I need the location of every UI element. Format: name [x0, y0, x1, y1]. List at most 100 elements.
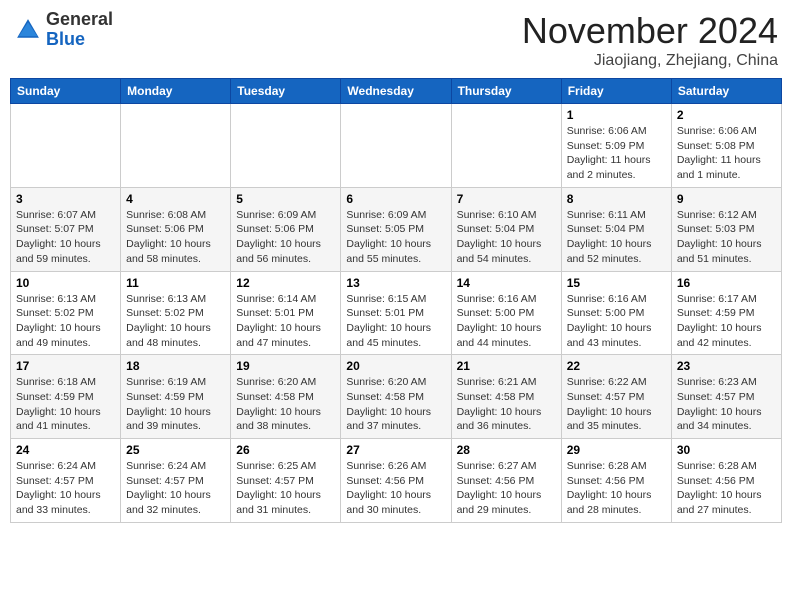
day-info: Sunrise: 6:06 AM Sunset: 5:08 PM Dayligh… [677, 124, 776, 183]
day-info: Sunrise: 6:13 AM Sunset: 5:02 PM Dayligh… [16, 292, 115, 351]
day-info: Sunrise: 6:22 AM Sunset: 4:57 PM Dayligh… [567, 375, 666, 434]
day-number: 13 [346, 276, 445, 290]
calendar-day-cell: 24 Sunrise: 6:24 AM Sunset: 4:57 PM Dayli… [11, 439, 121, 523]
day-info: Sunrise: 6:12 AM Sunset: 5:03 PM Dayligh… [677, 208, 776, 267]
calendar-day-cell [451, 104, 561, 188]
calendar-week-row: 10 Sunrise: 6:13 AM Sunset: 5:02 PM Dayli… [11, 271, 782, 355]
day-number: 22 [567, 359, 666, 373]
page-header: General Blue November 2024 Jiaojiang, Zh… [10, 10, 782, 70]
day-info: Sunrise: 6:24 AM Sunset: 4:57 PM Dayligh… [16, 459, 115, 518]
day-info: Sunrise: 6:27 AM Sunset: 4:56 PM Dayligh… [457, 459, 556, 518]
day-number: 26 [236, 443, 335, 457]
day-number: 15 [567, 276, 666, 290]
day-info: Sunrise: 6:11 AM Sunset: 5:04 PM Dayligh… [567, 208, 666, 267]
calendar-day-cell [231, 104, 341, 188]
day-number: 9 [677, 192, 776, 206]
month-year: November 2024 [522, 10, 778, 52]
calendar-day-cell: 5Sunrise: 6:09 AM Sunset: 5:06 PM Daylig… [231, 187, 341, 271]
location: Jiaojiang, Zhejiang, China [522, 52, 778, 70]
calendar-day-cell: 1Sunrise: 6:06 AM Sunset: 5:09 PM Daylig… [561, 104, 671, 188]
calendar-day-cell: 23 Sunrise: 6:23 AM Sunset: 4:57 PM Dayli… [671, 355, 781, 439]
calendar-day-cell: 27 Sunrise: 6:26 AM Sunset: 4:56 PM Dayli… [341, 439, 451, 523]
day-info: Sunrise: 6:15 AM Sunset: 5:01 PM Dayligh… [346, 292, 445, 351]
day-number: 29 [567, 443, 666, 457]
day-number: 20 [346, 359, 445, 373]
day-number: 11 [126, 276, 225, 290]
day-info: Sunrise: 6:16 AM Sunset: 5:00 PM Dayligh… [457, 292, 556, 351]
calendar-day-cell: 14 Sunrise: 6:16 AM Sunset: 5:00 PM Dayli… [451, 271, 561, 355]
day-number: 21 [457, 359, 556, 373]
day-number: 30 [677, 443, 776, 457]
day-number: 4 [126, 192, 225, 206]
day-number: 7 [457, 192, 556, 206]
day-number: 6 [346, 192, 445, 206]
day-number: 27 [346, 443, 445, 457]
day-number: 1 [567, 108, 666, 122]
day-info: Sunrise: 6:18 AM Sunset: 4:59 PM Dayligh… [16, 375, 115, 434]
logo-blue: Blue [46, 30, 113, 50]
calendar-day-cell: 11 Sunrise: 6:13 AM Sunset: 5:02 PM Dayli… [121, 271, 231, 355]
weekday-header-cell: Saturday [671, 79, 781, 104]
calendar-day-cell: 25 Sunrise: 6:24 AM Sunset: 4:57 PM Dayli… [121, 439, 231, 523]
weekday-header-cell: Tuesday [231, 79, 341, 104]
calendar-body: 1Sunrise: 6:06 AM Sunset: 5:09 PM Daylig… [11, 104, 782, 523]
calendar-day-cell: 20 Sunrise: 6:20 AM Sunset: 4:58 PM Dayli… [341, 355, 451, 439]
day-number: 5 [236, 192, 335, 206]
calendar-day-cell: 13 Sunrise: 6:15 AM Sunset: 5:01 PM Dayli… [341, 271, 451, 355]
day-info: Sunrise: 6:16 AM Sunset: 5:00 PM Dayligh… [567, 292, 666, 351]
day-info: Sunrise: 6:07 AM Sunset: 5:07 PM Dayligh… [16, 208, 115, 267]
day-info: Sunrise: 6:10 AM Sunset: 5:04 PM Dayligh… [457, 208, 556, 267]
day-number: 8 [567, 192, 666, 206]
calendar-day-cell: 17 Sunrise: 6:18 AM Sunset: 4:59 PM Dayli… [11, 355, 121, 439]
calendar-day-cell: 19 Sunrise: 6:20 AM Sunset: 4:58 PM Dayli… [231, 355, 341, 439]
calendar-day-cell [121, 104, 231, 188]
day-number: 24 [16, 443, 115, 457]
logo-text: General Blue [46, 10, 113, 50]
day-info: Sunrise: 6:20 AM Sunset: 4:58 PM Dayligh… [236, 375, 335, 434]
weekday-header-cell: Thursday [451, 79, 561, 104]
calendar-day-cell: 30 Sunrise: 6:28 AM Sunset: 4:56 PM Dayli… [671, 439, 781, 523]
calendar-day-cell: 10 Sunrise: 6:13 AM Sunset: 5:02 PM Dayli… [11, 271, 121, 355]
weekday-header-cell: Friday [561, 79, 671, 104]
calendar-day-cell: 8 Sunrise: 6:11 AM Sunset: 5:04 PM Daylig… [561, 187, 671, 271]
day-number: 2 [677, 108, 776, 122]
calendar-week-row: 17 Sunrise: 6:18 AM Sunset: 4:59 PM Dayli… [11, 355, 782, 439]
day-info: Sunrise: 6:14 AM Sunset: 5:01 PM Dayligh… [236, 292, 335, 351]
calendar-day-cell: 26 Sunrise: 6:25 AM Sunset: 4:57 PM Dayli… [231, 439, 341, 523]
calendar-day-cell: 18Sunrise: 6:19 AM Sunset: 4:59 PM Dayli… [121, 355, 231, 439]
calendar-day-cell: 15 Sunrise: 6:16 AM Sunset: 5:00 PM Dayli… [561, 271, 671, 355]
day-number: 25 [126, 443, 225, 457]
day-info: Sunrise: 6:19 AM Sunset: 4:59 PM Dayligh… [126, 375, 225, 434]
day-number: 10 [16, 276, 115, 290]
day-info: Sunrise: 6:25 AM Sunset: 4:57 PM Dayligh… [236, 459, 335, 518]
logo: General Blue [14, 10, 113, 50]
calendar-day-cell: 29 Sunrise: 6:28 AM Sunset: 4:56 PM Dayli… [561, 439, 671, 523]
weekday-header-row: SundayMondayTuesdayWednesdayThursdayFrid… [11, 79, 782, 104]
calendar-day-cell: 22 Sunrise: 6:22 AM Sunset: 4:57 PM Dayli… [561, 355, 671, 439]
day-info: Sunrise: 6:23 AM Sunset: 4:57 PM Dayligh… [677, 375, 776, 434]
day-number: 23 [677, 359, 776, 373]
calendar-day-cell [341, 104, 451, 188]
calendar-day-cell: 6Sunrise: 6:09 AM Sunset: 5:05 PM Daylig… [341, 187, 451, 271]
calendar-day-cell: 9 Sunrise: 6:12 AM Sunset: 5:03 PM Daylig… [671, 187, 781, 271]
logo-icon [14, 16, 42, 44]
day-number: 19 [236, 359, 335, 373]
calendar-day-cell: 7 Sunrise: 6:10 AM Sunset: 5:04 PM Daylig… [451, 187, 561, 271]
calendar-day-cell: 28 Sunrise: 6:27 AM Sunset: 4:56 PM Dayli… [451, 439, 561, 523]
day-info: Sunrise: 6:28 AM Sunset: 4:56 PM Dayligh… [677, 459, 776, 518]
day-number: 28 [457, 443, 556, 457]
day-info: Sunrise: 6:13 AM Sunset: 5:02 PM Dayligh… [126, 292, 225, 351]
day-info: Sunrise: 6:08 AM Sunset: 5:06 PM Dayligh… [126, 208, 225, 267]
day-number: 14 [457, 276, 556, 290]
day-info: Sunrise: 6:28 AM Sunset: 4:56 PM Dayligh… [567, 459, 666, 518]
calendar-day-cell: 2 Sunrise: 6:06 AM Sunset: 5:08 PM Daylig… [671, 104, 781, 188]
calendar-day-cell: 3Sunrise: 6:07 AM Sunset: 5:07 PM Daylig… [11, 187, 121, 271]
day-info: Sunrise: 6:17 AM Sunset: 4:59 PM Dayligh… [677, 292, 776, 351]
day-info: Sunrise: 6:21 AM Sunset: 4:58 PM Dayligh… [457, 375, 556, 434]
day-info: Sunrise: 6:20 AM Sunset: 4:58 PM Dayligh… [346, 375, 445, 434]
day-info: Sunrise: 6:26 AM Sunset: 4:56 PM Dayligh… [346, 459, 445, 518]
day-number: 17 [16, 359, 115, 373]
day-info: Sunrise: 6:24 AM Sunset: 4:57 PM Dayligh… [126, 459, 225, 518]
calendar-week-row: 1Sunrise: 6:06 AM Sunset: 5:09 PM Daylig… [11, 104, 782, 188]
logo-general: General [46, 10, 113, 30]
